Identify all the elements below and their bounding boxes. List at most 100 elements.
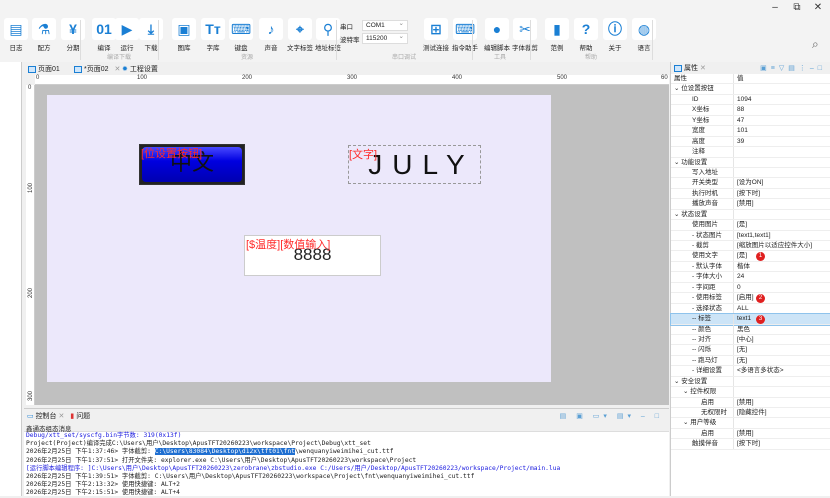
property-row[interactable]: 注释 <box>671 147 830 158</box>
minimize-button[interactable]: – <box>768 2 782 13</box>
search-icon[interactable]: ⌕ <box>812 37 819 52</box>
tool-button-address-tag[interactable]: ⚲ 地址标签 <box>315 18 341 52</box>
property-row[interactable]: - 使用标签 [启用] 2 <box>671 293 830 304</box>
property-value[interactable]: [禁用] <box>737 398 754 408</box>
property-value[interactable]: 88 <box>737 105 744 115</box>
console-toolbar-icons[interactable]: ▤ ▣ ▭▾ ▤▾ – □ <box>560 412 669 420</box>
property-row[interactable]: ⌄ 状态设置 <box>671 209 830 221</box>
tool-button-command-helper[interactable]: ⌨ 指令助手 <box>452 18 478 52</box>
close-tab-icon[interactable]: ✕ <box>115 65 121 73</box>
console-panel: ▭ 控制台 ✕ ▮ 问题 ▤ ▣ ▭▾ ▤▾ – □ 鑫通态组态消息 Debug… <box>24 408 669 496</box>
help-icon: ? <box>574 18 598 40</box>
restore-button[interactable]: ⧉ <box>790 2 804 13</box>
property-value[interactable]: [按下时] <box>737 189 760 199</box>
log-text: 2026年2月25日 下午1:37:46> 字体截剪: <box>26 448 155 456</box>
property-row[interactable]: ⌄ 安全设置 <box>671 376 830 388</box>
property-value[interactable]: 0 <box>737 283 741 293</box>
property-value[interactable]: 24 <box>737 272 744 282</box>
property-value[interactable]: [是] <box>737 220 747 230</box>
tool-button-download[interactable]: ⤓ 下载 <box>138 18 164 52</box>
property-value[interactable]: 黑色 <box>737 325 750 335</box>
property-row[interactable]: 启用 [禁用] <box>671 397 830 408</box>
tab-problems[interactable]: ▮ 问题 <box>70 411 90 421</box>
property-row[interactable]: ID 1094 <box>671 94 830 106</box>
property-value[interactable]: 1094 <box>737 95 751 105</box>
property-row[interactable]: 使用文字 [是] 1 <box>671 251 830 262</box>
log-line: [运行脚本编辑程序: ]C:\Users\用户\Desktop\ApusTFT2… <box>26 464 561 472</box>
property-row[interactable]: 宽度 101 <box>671 126 830 137</box>
property-value[interactable]: 47 <box>737 116 744 126</box>
property-row[interactable]: -- 标签 text1 3 <box>670 313 830 326</box>
group-label-tools: 工具 <box>494 55 507 61</box>
panel-toolbar-icons[interactable]: ▣≡▽▤⋮–□ <box>760 64 830 72</box>
tool-button-globe[interactable]: ◍ 语言 <box>631 18 657 52</box>
page-area[interactable]: 中文 [位设置按钮] JULY [文字] 8888 [$温度][数值输入] <box>47 95 551 382</box>
property-value[interactable]: 39 <box>737 137 744 147</box>
property-value[interactable]: [缩放图片以适应控件大小] <box>737 241 812 251</box>
property-value[interactable]: [禁用] <box>737 199 754 209</box>
property-value[interactable]: ALL <box>737 304 749 314</box>
tab-page01[interactable]: 页面01 <box>28 64 60 74</box>
property-value[interactable]: [是] <box>737 251 747 261</box>
property-row[interactable]: ⌄ 控件权限 <box>671 387 830 398</box>
tab-console[interactable]: ▭ 控制台 ✕ <box>27 411 64 421</box>
property-row[interactable]: 执行时机 [按下时] <box>671 188 830 200</box>
property-row[interactable]: 无权限时 [隐藏控件] <box>671 408 830 419</box>
serial-port-select[interactable]: COM1 <box>362 19 408 31</box>
property-value[interactable]: [隐藏控件] <box>737 408 767 418</box>
property-row[interactable]: 高度 39 <box>671 136 830 148</box>
property-value[interactable]: [无] <box>737 356 747 366</box>
close-tab-icon[interactable]: ✕ <box>700 64 706 72</box>
tab-page02[interactable]: *页面02 ✕ <box>74 64 120 74</box>
property-row[interactable]: -- 颜色 黑色 <box>671 324 830 335</box>
property-row[interactable]: - 选择状态 ALL <box>671 303 830 315</box>
property-row[interactable]: -- 闪烁 [无] <box>671 345 830 356</box>
tab-label: 页面01 <box>38 66 60 73</box>
property-row[interactable]: ⌄ 位设置按钮 <box>671 84 830 95</box>
property-row[interactable]: ⌄ 功能设置 <box>671 157 830 168</box>
tab-project-settings[interactable]: ✹ 工程设置 <box>122 64 158 74</box>
property-row[interactable]: - 字间距 0 <box>671 282 830 294</box>
property-value[interactable]: [按下时] <box>737 439 760 449</box>
tool-button-installment[interactable]: ¥ 分期 <box>60 18 86 52</box>
property-row[interactable]: - 字体大小 24 <box>671 272 830 283</box>
recipe-icon: ⚗ <box>32 18 56 40</box>
property-value[interactable]: [中心] <box>737 335 754 345</box>
property-row[interactable]: -- 跑马灯 [无] <box>671 355 830 367</box>
property-row[interactable]: -- 对齐 [中心] <box>671 334 830 346</box>
property-value[interactable]: 101 <box>737 126 748 136</box>
horizontal-ruler: 0 100 200 300 400 500 60 <box>35 75 669 85</box>
property-row[interactable]: 写入地址 <box>671 167 830 179</box>
property-value[interactable]: [text1,text1] <box>737 231 771 241</box>
property-row[interactable]: 使用图片 [是] <box>671 220 830 231</box>
properties-title: 属性 <box>684 65 698 72</box>
design-canvas[interactable]: 中文 [位设置按钮] JULY [文字] 8888 [$温度][数值输入] <box>35 85 669 405</box>
property-row[interactable]: Y坐标 47 <box>671 115 830 127</box>
property-value[interactable]: [设为ON] <box>737 178 763 188</box>
property-row[interactable]: - 截剪 [缩放图片以适应控件大小] <box>671 241 830 252</box>
console-subtitle: 鑫通态组态消息 <box>24 423 669 433</box>
close-button[interactable]: ✕ <box>811 2 825 13</box>
property-row[interactable]: - 状态图片 [text1,text1] <box>671 230 830 241</box>
vertical-ruler: 0 100 200 300 <box>26 85 35 405</box>
property-value[interactable]: 楷体 <box>737 262 750 272</box>
property-key: 使用图片 <box>671 220 734 230</box>
baud-rate-select[interactable]: 115200 <box>362 32 408 44</box>
property-row[interactable]: - 默认字体 楷体 <box>671 261 830 273</box>
property-row[interactable]: 开关类型 [设为ON] <box>671 178 830 189</box>
property-value[interactable]: [禁用] <box>737 429 754 439</box>
property-row[interactable]: - 详细设置 <多语言多状态> <box>671 366 830 377</box>
annotation-badge: 3 <box>756 315 765 325</box>
property-row[interactable]: X坐标 88 <box>671 105 830 116</box>
property-value[interactable]: text1 <box>737 314 751 324</box>
property-row[interactable]: ⌄ 用户等级 <box>671 418 830 429</box>
close-tab-icon[interactable]: ✕ <box>59 413 65 420</box>
tool-button-scissors[interactable]: ✂ 字体裁剪 <box>512 18 538 52</box>
tool-button-keyboard[interactable]: ⌨ 键盘 <box>228 18 254 52</box>
property-row[interactable]: 启用 [禁用] <box>671 428 830 440</box>
property-value[interactable]: [无] <box>737 345 747 355</box>
property-value[interactable]: <多语言多状态> <box>737 366 784 376</box>
property-row[interactable]: 触摸伴音 [按下时] <box>671 439 830 450</box>
property-row[interactable]: 播放声音 [禁用] <box>671 199 830 210</box>
property-value[interactable]: [启用] <box>737 293 754 303</box>
